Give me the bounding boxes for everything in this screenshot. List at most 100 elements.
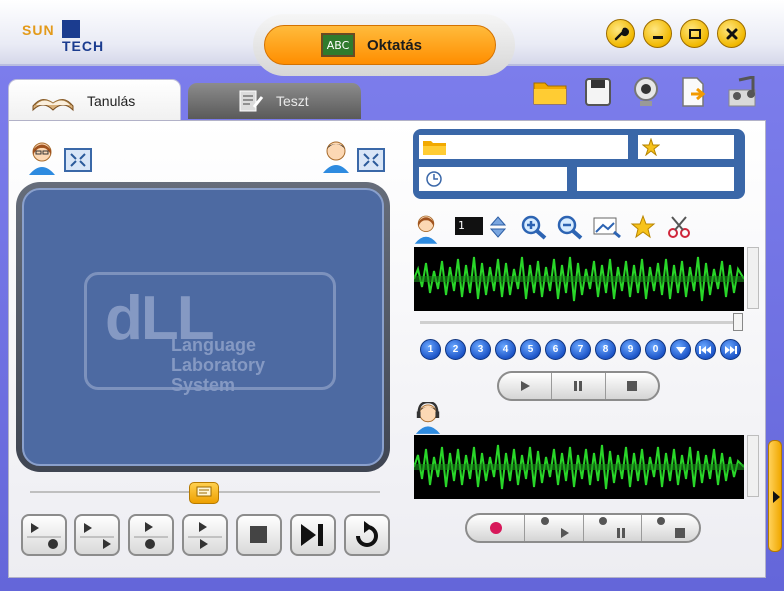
fullscreen-student-button[interactable] <box>357 148 385 172</box>
bookmark-previous-button[interactable] <box>695 339 716 360</box>
zoom-in-icon[interactable] <box>520 214 548 240</box>
bookmark-0-button[interactable]: 0 <box>645 339 666 360</box>
student-waveform-scrollbar[interactable] <box>747 435 759 497</box>
tab-label: Teszt <box>276 93 309 109</box>
stop-icon <box>626 381 637 391</box>
record-button[interactable] <box>128 514 174 556</box>
record-play-icon <box>540 517 569 538</box>
fullscreen-teacher-button[interactable] <box>64 148 92 172</box>
stop-button[interactable] <box>236 514 282 556</box>
teacher-avatar-icon <box>27 141 57 175</box>
star-bookmark-icon[interactable] <box>630 214 656 240</box>
time-field[interactable] <box>419 167 567 191</box>
bookmark-5-button[interactable]: 5 <box>520 339 541 360</box>
student-record-play-button[interactable] <box>525 515 584 541</box>
teacher-track-avatar-icon <box>413 214 443 248</box>
rating-field[interactable] <box>638 135 734 159</box>
bookmark-2-button[interactable]: 2 <box>445 339 466 360</box>
teacher-play-button[interactable] <box>499 373 553 399</box>
side-panel-toggle[interactable] <box>768 440 782 552</box>
maximize-icon <box>688 28 701 39</box>
play-over-play-button[interactable] <box>182 514 228 556</box>
skip-next-icon <box>301 524 323 546</box>
main-toolbar <box>532 74 760 110</box>
test-sheet-icon <box>239 90 264 112</box>
bookmark-3-button[interactable]: 3 <box>470 339 491 360</box>
bookmark-dropdown-button[interactable] <box>670 339 691 360</box>
student-waveform[interactable] <box>414 435 744 499</box>
spinner-arrows-icon[interactable] <box>489 215 507 239</box>
chalkboard-icon: ABC <box>321 33 355 57</box>
folder-icon <box>423 141 446 155</box>
bookmark-4-button[interactable]: 4 <box>495 339 516 360</box>
bookmark-next-button[interactable] <box>720 339 741 360</box>
bookmark-1-button[interactable]: 1 <box>420 339 441 360</box>
lesson-info-panel <box>413 129 745 199</box>
student-record-pause-button[interactable] <box>584 515 642 541</box>
bookmark-7-button[interactable]: 7 <box>570 339 591 360</box>
bookmark-6-button[interactable]: 6 <box>545 339 566 360</box>
dll-logo: dLL Language Laboratory System <box>84 272 336 395</box>
student-recording-controls <box>465 513 701 543</box>
music-button[interactable] <box>724 74 760 110</box>
teacher-pause-button[interactable] <box>552 373 606 399</box>
export-button[interactable] <box>676 74 712 110</box>
suntech-logo: SUN TECH <box>22 20 122 56</box>
student-record-button[interactable] <box>467 515 526 541</box>
star-icon <box>641 137 661 157</box>
triangle-right-icon <box>773 491 780 503</box>
bookmark-number-row: 1 2 3 4 5 6 7 8 9 0 <box>420 339 741 360</box>
teacher-stop-button[interactable] <box>606 373 658 399</box>
track-counter[interactable]: 1 <box>455 217 483 235</box>
teacher-wave-position-thumb[interactable] <box>733 313 743 331</box>
webcam-button[interactable] <box>628 74 664 110</box>
extra-info-field[interactable] <box>577 167 734 191</box>
logo-line1: Language <box>171 335 257 355</box>
open-folder-button[interactable] <box>532 74 568 110</box>
settings-button[interactable] <box>606 19 635 48</box>
fullscreen-icon <box>70 153 86 167</box>
student-record-stop-button[interactable] <box>642 515 699 541</box>
next-button[interactable] <box>290 514 336 556</box>
scissors-icon[interactable] <box>666 214 692 240</box>
play-record-button[interactable] <box>21 514 67 556</box>
waveform-graphic <box>414 256 744 302</box>
window-controls <box>606 19 746 48</box>
zoom-fit-icon[interactable] <box>592 216 622 238</box>
app-window: SUN TECH ABC Oktatás Tanulás Teszt dLL L… <box>0 0 784 591</box>
play-play-icon <box>80 523 114 549</box>
maximize-button[interactable] <box>680 19 709 48</box>
save-button[interactable] <box>580 74 616 110</box>
play-play-button[interactable] <box>74 514 120 556</box>
tab-teszt[interactable]: Teszt <box>188 83 361 119</box>
fullscreen-icon <box>363 153 379 167</box>
teacher-playback-controls <box>497 371 660 401</box>
record-stop-icon <box>657 517 686 538</box>
bookmark-8-button[interactable]: 8 <box>595 339 616 360</box>
video-progress-thumb[interactable] <box>189 482 219 504</box>
webcam-icon <box>634 77 658 106</box>
record-pause-icon <box>599 517 626 538</box>
speech-bubble-icon <box>196 486 212 497</box>
teacher-waveform-scrollbar[interactable] <box>747 247 759 309</box>
clock-icon <box>426 171 442 187</box>
teacher-waveform[interactable] <box>414 247 744 311</box>
export-icon <box>682 77 706 107</box>
rewind-icon <box>699 345 711 354</box>
mode-selector[interactable]: ABC Oktatás <box>264 25 496 65</box>
teacher-wave-position-track[interactable] <box>420 321 738 324</box>
close-button[interactable] <box>717 19 746 48</box>
bookmark-9-button[interactable]: 9 <box>620 339 641 360</box>
save-icon <box>585 78 611 106</box>
folder-icon <box>533 82 567 105</box>
stop-icon <box>250 526 267 543</box>
waveform-graphic <box>414 444 744 490</box>
zoom-out-icon[interactable] <box>556 214 584 240</box>
repeat-button[interactable] <box>344 514 390 556</box>
tab-tanulas[interactable]: Tanulás <box>8 79 181 122</box>
close-icon <box>726 28 737 39</box>
pause-icon <box>574 381 583 391</box>
file-field[interactable] <box>419 135 628 159</box>
wrench-icon <box>614 27 629 40</box>
minimize-button[interactable] <box>643 19 672 48</box>
